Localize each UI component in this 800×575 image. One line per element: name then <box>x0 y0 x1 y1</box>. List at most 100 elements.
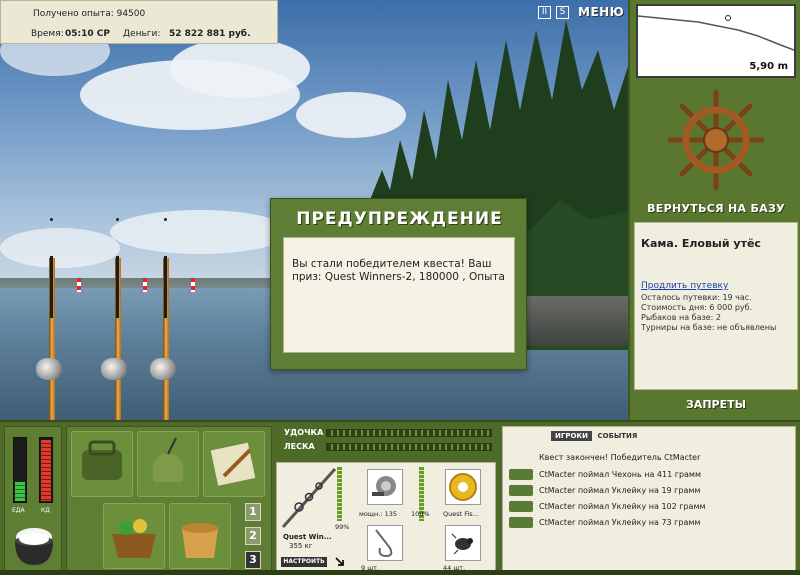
reel-icon[interactable] <box>150 358 176 380</box>
set-3-button[interactable]: 3 <box>245 551 261 569</box>
player-info: Получено опыта: 94500 Время: 05:10 СР Де… <box>0 0 278 44</box>
catch-message: CtMacter поймал Уклейку на 73 грамм <box>539 518 701 527</box>
catch-message: CtMacter поймал Чехонь на 411 грамм <box>539 470 701 479</box>
tackle-panel: УДОЧКА ЛЕСКА Quest Win... 355 кг НАСТРОИ… <box>276 426 496 574</box>
rod-tip-3 <box>164 218 167 221</box>
dialog-title: ПРЕДУПРЕЖДЕНИЕ <box>296 209 503 229</box>
stamina-meter <box>39 437 53 503</box>
rod-tip-section <box>164 256 167 318</box>
sack-icon <box>152 437 184 482</box>
warning-dialog[interactable]: ПРЕДУПРЕЖДЕНИЕ Вы стали победителем квес… <box>270 198 527 370</box>
tab-events[interactable]: СОБЫТИЯ <box>595 431 641 441</box>
line-tension-bar <box>326 443 492 451</box>
bag-icon <box>82 440 122 480</box>
line-label: ЛЕСКА <box>284 442 315 451</box>
bucket-icon <box>182 523 218 558</box>
task-strip <box>0 570 800 575</box>
map-slot[interactable] <box>203 431 265 497</box>
experience-text: Получено опыта: 94500 <box>33 9 146 19</box>
sound-button[interactable]: S <box>556 6 569 19</box>
rod-icon[interactable] <box>279 465 339 531</box>
catch-message: CtMacter поймал Уклейку на 19 грамм <box>539 486 701 495</box>
permit-remaining: Осталось путевки: 19 час. <box>641 293 752 302</box>
money-label: Деньги: <box>123 29 161 39</box>
cloud <box>110 210 290 254</box>
bell-icon <box>77 278 81 292</box>
rod-weight: 355 кг <box>289 542 313 550</box>
rod-name: Quest Win... <box>283 533 332 541</box>
money-value: 52 822 881 руб. <box>169 29 251 39</box>
bottom-panel: ЕДА КД 1 2 3 УДОЧКА ЛЕСКА Quest Win... 3… <box>0 420 800 575</box>
bucket-slot[interactable] <box>169 503 231 569</box>
tackle-card: Quest Win... 355 кг НАСТРОИТЬ 99% мощн.:… <box>276 462 496 574</box>
rod-tip-section <box>116 256 119 318</box>
food-label: ЕДА <box>12 507 25 514</box>
line-spool-icon <box>449 473 477 501</box>
rod-label: УДОЧКА <box>284 428 324 437</box>
rod-tension-bar <box>326 429 492 437</box>
chat-message: Квест закончен! Победитель CtMacter <box>539 453 701 462</box>
rod-tip-1 <box>50 218 53 221</box>
depth-chart: 5,90 m <box>636 4 796 78</box>
bans-button[interactable]: ЗАПРЕТЫ <box>630 398 800 411</box>
chat-panel: ИГРОКИ СОБЫТИЯ Квест закончен! Победител… <box>502 426 796 572</box>
fish-icon <box>509 485 533 496</box>
ship-wheel-icon[interactable] <box>668 90 764 190</box>
base-info-panel: Кама. Еловый утёс Продлить путевку Остал… <box>634 222 798 390</box>
setup-button[interactable]: НАСТРОИТЬ <box>281 557 327 567</box>
food-meter-fill <box>15 482 25 501</box>
sack-slot[interactable] <box>137 431 199 497</box>
dialog-message: Вы стали победителем квеста! Ваш приз: Q… <box>292 258 505 283</box>
rod-percent: 99% <box>335 523 350 531</box>
base-name: Кама. Еловый утёс <box>641 237 761 250</box>
reel-percent: 100% <box>411 510 430 518</box>
line-slot[interactable] <box>445 469 481 505</box>
bug-bait-icon <box>451 533 473 555</box>
bait-slot[interactable] <box>445 525 481 561</box>
right-panel: 5,90 m ВЕРНУТЬСЯ НА БАЗУ Кама. Еловый ут… <box>628 0 800 420</box>
extend-permit-link[interactable]: Продлить путевку <box>641 281 728 291</box>
fish-icon <box>509 469 533 480</box>
tackle-bag-slot[interactable] <box>71 431 133 497</box>
fish-icon <box>509 517 533 528</box>
rod-tip-section <box>50 256 53 318</box>
return-to-base-button[interactable]: ВЕРНУТЬСЯ НА БАЗУ <box>630 202 800 215</box>
pause-button[interactable]: II <box>538 6 551 19</box>
fish-icon <box>509 501 533 512</box>
stamina-label: КД <box>41 507 50 514</box>
tournaments-info: Турниры на базе: не объявлены <box>641 323 777 332</box>
map-icon <box>210 442 256 486</box>
hook-slot[interactable] <box>367 525 403 561</box>
reel-power: мощн.: 135 <box>359 510 397 518</box>
fishers-count: Рыбаков на базе: 2 <box>641 313 721 322</box>
set-2-button[interactable]: 2 <box>245 527 261 545</box>
day-cost: Стоимость дня: 6 000 руб. <box>641 303 753 312</box>
menu-button[interactable]: МЕНЮ <box>578 5 624 19</box>
time-label: Время: <box>31 29 64 39</box>
tab-players[interactable]: ИГРОКИ <box>551 431 592 441</box>
chat-tabs: ИГРОКИ СОБЫТИЯ <box>551 431 640 441</box>
set-1-button[interactable]: 1 <box>245 503 261 521</box>
bell-icon <box>143 278 147 292</box>
stamina-meter-fill <box>41 440 51 501</box>
arrow-icon <box>335 557 344 566</box>
reel-icon[interactable] <box>101 358 127 380</box>
inventory-panel: 1 2 3 <box>66 426 272 572</box>
food-pot-icon[interactable] <box>11 523 57 567</box>
catch-message: CtMacter поймал Уклейку на 102 грамм <box>539 502 706 511</box>
depth-value: 5,90 m <box>749 61 788 72</box>
rod-tip-2 <box>116 218 119 221</box>
reel-slot[interactable] <box>367 469 403 505</box>
cloud <box>0 228 120 268</box>
reel-icon <box>372 476 396 496</box>
energy-panel: ЕДА КД <box>4 426 62 572</box>
reel-icon[interactable] <box>36 358 62 380</box>
line-name: Quest Fis... <box>443 510 479 518</box>
time-value: 05:10 СР <box>65 29 110 39</box>
bait-basket-slot[interactable] <box>103 503 165 569</box>
dialog-message-box: Вы стали победителем квеста! Ваш приз: Q… <box>283 237 515 353</box>
cloud <box>170 38 310 98</box>
hook-icon <box>375 529 393 558</box>
food-meter <box>13 437 27 503</box>
bell-icon <box>191 278 195 292</box>
